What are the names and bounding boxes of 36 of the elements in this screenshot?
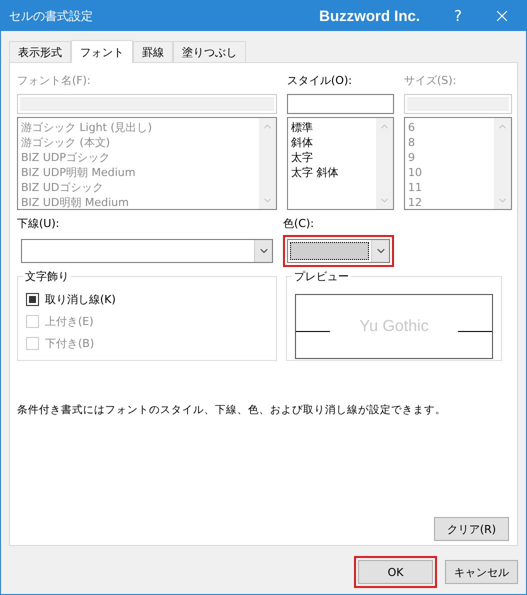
underline-label: 下線(U): — [17, 216, 60, 232]
checkbox-label: 下付き(B) — [45, 336, 94, 351]
note-text: 条件付き書式にはフォントのスタイル、下線、色、および取り消し線が設定できます。 — [17, 403, 447, 417]
tab[interactable]: 罫線 — [133, 41, 173, 62]
scrollbar[interactable] — [259, 118, 276, 209]
color-label: 色(C): — [283, 216, 315, 232]
underline-dropdown[interactable] — [21, 239, 273, 263]
tab[interactable]: 塗りつぶし — [173, 41, 246, 62]
list-item[interactable]: 太字 斜体 — [291, 165, 373, 180]
checkbox-label: 取り消し線(K) — [45, 292, 116, 307]
scrollbar[interactable] — [494, 118, 511, 209]
list-item[interactable]: 斜体 — [291, 135, 373, 150]
baseline-line — [296, 330, 330, 332]
checkbox-label: 上付き(E) — [45, 314, 94, 329]
dialog-button[interactable]: OK — [358, 560, 433, 584]
scrollbar[interactable] — [376, 118, 393, 209]
list-item[interactable]: 標準 — [291, 120, 373, 135]
tab[interactable]: 表示形式 — [9, 41, 71, 62]
size-label: サイズ(S): — [404, 73, 458, 89]
list-item[interactable]: 太字 — [291, 150, 373, 165]
style-field[interactable] — [287, 94, 394, 114]
group-title: プレビュー — [293, 269, 350, 284]
brand-name: Buzzword Inc. — [319, 8, 420, 24]
group-title: 文字飾り — [24, 269, 70, 284]
checkbox[interactable] — [26, 293, 39, 306]
font-name-label: フォント名(F): — [17, 73, 92, 89]
baseline-line — [458, 330, 492, 332]
help-button[interactable]: ? — [448, 7, 468, 25]
clear-button[interactable]: クリア(R) — [434, 517, 509, 541]
style-label: スタイル(O): — [287, 73, 353, 89]
dropdown-button[interactable] — [254, 240, 272, 262]
style-list[interactable]: 標準 斜体 太字 太字 斜体 — [287, 117, 394, 210]
window-title: セルの書式設定 — [9, 8, 94, 24]
tab[interactable]: フォント — [71, 40, 133, 63]
dropdown-button[interactable] — [371, 240, 389, 262]
dialog-button[interactable]: キャンセル — [445, 560, 518, 584]
